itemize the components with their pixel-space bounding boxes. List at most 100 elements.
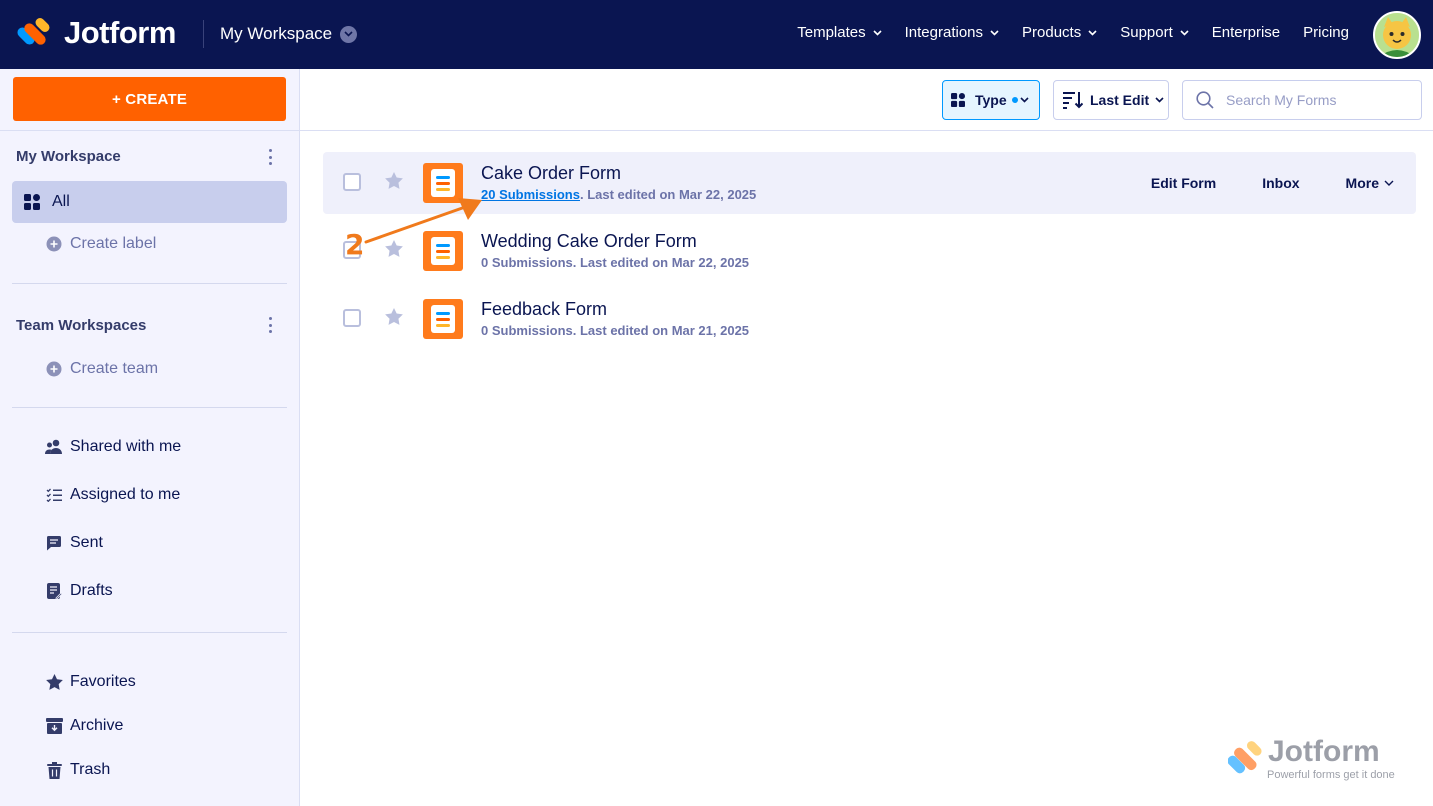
nav-templates[interactable]: Templates <box>797 24 882 41</box>
create-button[interactable]: + CREATE <box>13 77 286 121</box>
sidebar-item-trash[interactable]: Trash <box>45 761 110 779</box>
star-icon[interactable] <box>385 308 403 325</box>
star-icon[interactable] <box>385 172 403 189</box>
chevron-down-icon <box>1180 29 1189 36</box>
sidebar-item-label: Favorites <box>70 673 136 690</box>
form-checkbox[interactable] <box>343 173 361 191</box>
form-checkbox[interactable] <box>343 309 361 327</box>
top-navigation-bar: Jotform My Workspace Templates Integrati… <box>0 0 1433 69</box>
nav-integrations[interactable]: Integrations <box>905 24 999 41</box>
archive-icon <box>45 717 63 735</box>
divider <box>12 407 287 408</box>
inbox-button[interactable]: Inbox <box>1262 175 1299 191</box>
create-team-link[interactable]: Create team <box>45 360 158 378</box>
trash-icon <box>45 761 63 779</box>
sidebar: + CREATE My Workspace All Create label T… <box>0 69 300 806</box>
form-title[interactable]: Wedding Cake Order Form <box>481 231 697 252</box>
search-box[interactable] <box>1182 80 1422 120</box>
sidebar-item-assigned-to-me[interactable]: Assigned to me <box>45 486 180 504</box>
workspace-switcher[interactable]: My Workspace <box>220 24 358 44</box>
sort-button[interactable]: Last Edit <box>1053 80 1169 120</box>
star-icon <box>45 673 63 691</box>
sidebar-item-drafts[interactable]: Drafts <box>45 582 113 600</box>
last-edited-text: . Last edited on Mar 21, 2025 <box>572 323 750 338</box>
watermark-brand: Jotform <box>1268 735 1380 768</box>
my-workspace-heading: My Workspace <box>16 148 121 165</box>
sidebar-item-favorites[interactable]: Favorites <box>45 673 136 691</box>
draft-icon <box>45 582 63 600</box>
type-filter-button[interactable]: Type <box>942 80 1040 120</box>
team-workspaces-heading: Team Workspaces <box>16 317 147 334</box>
last-edited-text: . Last edited on Mar 22, 2025 <box>579 187 757 202</box>
sidebar-item-label: Sent <box>70 534 103 551</box>
jotform-logo-icon <box>15 16 52 49</box>
sort-label: Last Edit <box>1090 92 1150 108</box>
sidebar-item-label: Trash <box>70 761 111 778</box>
submissions-count: 0 Submissions <box>481 255 573 270</box>
sidebar-item-archive[interactable]: Archive <box>45 717 123 735</box>
user-avatar[interactable] <box>1373 11 1421 59</box>
sidebar-item-label: All <box>52 193 70 210</box>
chevron-down-icon <box>873 29 882 36</box>
active-filter-dot <box>1011 97 1018 103</box>
nav-label: Integrations <box>904 24 984 41</box>
divider <box>300 130 1433 131</box>
workspace-name: My Workspace <box>220 24 333 43</box>
nav-products[interactable]: Products <box>1022 24 1097 41</box>
plus-circle-icon <box>45 360 63 378</box>
sidebar-item-label: Assigned to me <box>70 486 181 503</box>
divider <box>12 283 287 284</box>
kebab-menu-icon[interactable] <box>266 149 274 165</box>
nav-label: Support <box>1120 24 1173 41</box>
plus-circle-icon <box>45 235 63 253</box>
sidebar-item-shared-with-me[interactable]: Shared with me <box>45 438 181 456</box>
sort-icon <box>1063 92 1083 109</box>
submissions-count: 0 Submissions <box>481 323 573 338</box>
more-button[interactable]: More <box>1346 175 1394 191</box>
nav-label: Enterprise <box>1211 24 1281 41</box>
chevron-down-icon <box>1088 29 1097 36</box>
form-title[interactable]: Cake Order Form <box>481 163 621 184</box>
sidebar-item-all[interactable]: All <box>12 181 287 223</box>
create-label-text: Create label <box>70 235 157 252</box>
main-nav: Templates Integrations Products Support … <box>774 24 1349 41</box>
annotation-arrow-icon <box>364 198 482 244</box>
jotform-logo[interactable]: Jotform <box>15 15 176 51</box>
create-label-link[interactable]: Create label <box>45 235 156 253</box>
edit-form-button[interactable]: Edit Form <box>1151 175 1216 191</box>
form-icon <box>423 299 463 339</box>
divider <box>12 632 287 633</box>
checklist-icon <box>45 486 63 504</box>
nav-enterprise[interactable]: Enterprise <box>1212 24 1280 41</box>
last-edited-text: . Last edited on Mar 22, 2025 <box>572 255 750 270</box>
chevron-down-icon <box>340 25 358 43</box>
form-meta: 0 Submissions. Last edited on Mar 22, 20… <box>481 255 749 270</box>
row-actions: Edit Form Inbox More <box>1105 175 1394 191</box>
create-team-text: Create team <box>70 360 159 377</box>
kebab-menu-icon[interactable] <box>266 317 274 333</box>
search-icon <box>1196 91 1214 109</box>
form-row[interactable]: Feedback Form 0 Submissions. Last edited… <box>323 288 1416 350</box>
chevron-down-icon <box>990 29 999 36</box>
chevron-down-icon <box>1155 97 1164 103</box>
annotation-step-number: 2 <box>345 228 365 261</box>
form-title[interactable]: Feedback Form <box>481 299 607 320</box>
search-input[interactable] <box>1226 92 1416 108</box>
nav-support[interactable]: Support <box>1120 24 1189 41</box>
header-divider <box>203 20 204 48</box>
divider <box>0 130 300 131</box>
grid-icon <box>24 194 40 210</box>
form-meta: 0 Submissions. Last edited on Mar 21, 20… <box>481 323 749 338</box>
nav-label: Products <box>1022 24 1082 41</box>
nav-label: Pricing <box>1303 24 1349 41</box>
nav-pricing[interactable]: Pricing <box>1303 24 1349 41</box>
jotform-watermark: Jotform Powerful forms get it done <box>1228 735 1408 785</box>
sidebar-item-sent[interactable]: Sent <box>45 534 103 552</box>
sidebar-item-label: Drafts <box>70 582 113 599</box>
watermark-tagline: Powerful forms get it done <box>1267 769 1395 781</box>
users-icon <box>45 438 63 456</box>
type-filter-label: Type <box>975 92 1007 108</box>
more-label: More <box>1345 175 1379 191</box>
jotform-logo-icon <box>1228 741 1262 774</box>
grid-icon <box>951 93 965 107</box>
